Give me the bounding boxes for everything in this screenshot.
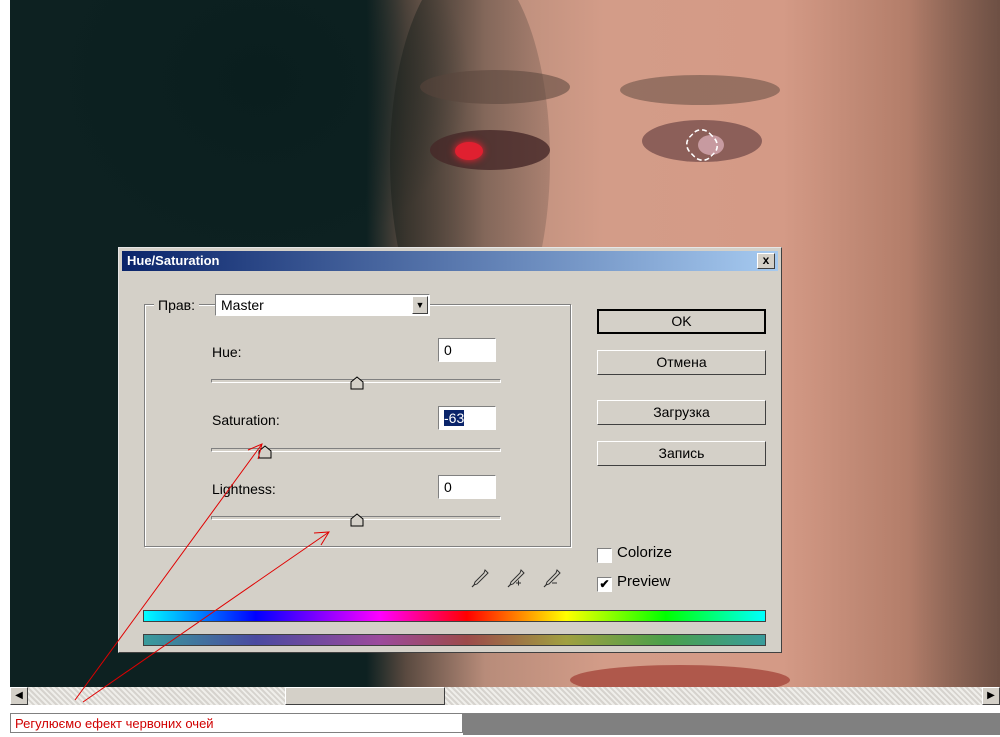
photo-eyebrow-left [420, 70, 570, 104]
dialog-title: Hue/Saturation [127, 253, 220, 268]
input-hue-spectrum-bar [143, 610, 766, 622]
scroll-right-button[interactable]: ▶ [982, 687, 1000, 705]
output-hue-spectrum-bar [143, 634, 766, 646]
horizontal-scrollbar[interactable]: ◀ ▶ [10, 687, 1000, 705]
save-button[interactable]: Запись [597, 441, 766, 466]
eyedropper-minus-icon[interactable] [543, 568, 561, 588]
load-button[interactable]: Загрузка [597, 400, 766, 425]
saturation-slider-track[interactable] [211, 448, 501, 452]
scrollbar-thumb[interactable] [285, 687, 445, 705]
dialog-titlebar[interactable]: Hue/Saturation x [122, 251, 778, 271]
edit-label: Прав: [154, 297, 199, 313]
colorize-label: Colorize [617, 544, 673, 561]
preview-checkbox[interactable]: ✔ [597, 577, 612, 592]
ok-button[interactable]: OK [597, 309, 766, 334]
saturation-slider-thumb[interactable] [258, 445, 272, 459]
checkmark-icon: ✔ [599, 577, 610, 591]
photo-red-eye [455, 142, 483, 160]
eyedropper-icon[interactable] [471, 568, 489, 588]
colorize-checkbox[interactable] [597, 548, 612, 563]
status-caption: Регулюємо ефект червоних очей [10, 713, 463, 733]
eyedropper-plus-icon[interactable] [507, 568, 525, 588]
hue-slider-thumb[interactable] [350, 376, 364, 390]
scroll-left-button[interactable]: ◀ [10, 687, 28, 705]
hue-label: Hue: [212, 344, 242, 360]
photo-hair-right [910, 0, 1000, 687]
photo-lips [570, 665, 790, 687]
close-button[interactable]: x [757, 253, 775, 269]
photo-eyebrow-right [620, 75, 780, 105]
lightness-slider-thumb[interactable] [350, 513, 364, 527]
photo-eye-left [430, 130, 550, 170]
preview-label: Preview [617, 573, 671, 590]
lightness-label: Lightness: [212, 481, 276, 497]
edit-select-value: Master [221, 297, 264, 313]
arrow-left-icon: ◀ [15, 690, 23, 701]
adjustment-groupbox [144, 304, 571, 547]
arrow-right-icon: ▶ [987, 690, 995, 701]
edit-select[interactable]: Master ▼ [215, 294, 430, 316]
saturation-label: Saturation: [212, 412, 280, 428]
chevron-down-icon[interactable]: ▼ [412, 296, 428, 314]
hue-saturation-dialog: Hue/Saturation x Прав: Master ▼ Hue: 0 S… [118, 247, 782, 653]
close-icon: x [762, 253, 770, 267]
lightness-input[interactable]: 0 [438, 475, 496, 499]
saturation-input[interactable]: -63 [438, 406, 496, 430]
cancel-button[interactable]: Отмена [597, 350, 766, 375]
status-bar-gray [463, 713, 1000, 735]
saturation-value: -63 [444, 410, 465, 426]
hue-input[interactable]: 0 [438, 338, 496, 362]
